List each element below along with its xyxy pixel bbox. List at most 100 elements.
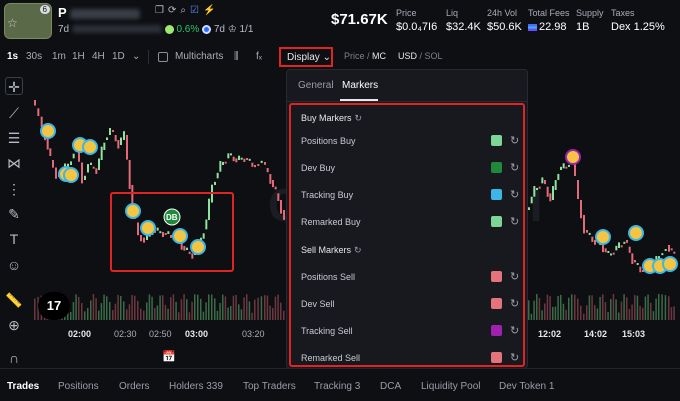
share-icon[interactable]: ⟳ [168, 5, 180, 16]
magnet-icon[interactable]: ∩ [5, 349, 23, 367]
volume-bar [98, 310, 100, 320]
color-swatch[interactable] [491, 271, 502, 282]
tab-liquidity-pool[interactable]: Liquidity Pool [421, 381, 480, 392]
ruler-icon[interactable]: 📏 [5, 291, 23, 309]
stat-label: Total Fees [528, 8, 570, 18]
blurred-address [71, 25, 162, 34]
candle [560, 166, 562, 170]
color-swatch[interactable] [491, 216, 502, 227]
marker-row-tracking-sell: Tracking Sell ↻ [301, 324, 519, 338]
stat-price: Price $0.0₄7I6 [396, 8, 437, 33]
volume-bar [188, 312, 191, 320]
volume-bar [670, 307, 673, 320]
tf-30s[interactable]: 30s [26, 51, 42, 62]
candle [586, 230, 588, 233]
search-icon[interactable]: ⌕ [180, 5, 190, 16]
color-swatch[interactable] [491, 325, 502, 336]
volume-bar [554, 306, 557, 320]
price-mc-toggle[interactable]: Price / MC [344, 51, 386, 61]
tab-dev-token[interactable]: Dev Token 1 [499, 381, 554, 392]
copy-icon[interactable]: ❐ [155, 5, 168, 16]
volume-bar [673, 306, 675, 320]
token-name-text: P [58, 5, 68, 20]
tab-trades[interactable]: Trades [7, 381, 39, 392]
color-swatch[interactable] [491, 162, 502, 173]
favorite-star-icon[interactable]: ☆ [7, 16, 18, 30]
horizontal-lines-icon[interactable]: ☰ [5, 129, 23, 147]
multicharts-checkbox[interactable] [158, 52, 168, 62]
volume-bar [154, 308, 156, 320]
zoom-in-icon[interactable]: ⊕ [5, 316, 23, 334]
time-label: 03:00 [185, 329, 209, 339]
tab-tracking[interactable]: Tracking 3 [314, 381, 360, 392]
crosshair-icon[interactable]: ✛ [5, 77, 23, 95]
color-swatch[interactable] [491, 352, 502, 363]
tf-1d[interactable]: 1D [112, 51, 125, 62]
candle [235, 158, 238, 163]
candle [664, 248, 667, 251]
marker-label: Positions Buy [301, 136, 356, 146]
fib-icon[interactable]: ⋮ [5, 180, 23, 198]
tab-orders[interactable]: Orders [119, 381, 150, 392]
tab-holders[interactable]: Holders 339 [169, 381, 223, 392]
candle [120, 137, 122, 145]
bolt-icon[interactable]: ⚡ [203, 5, 219, 16]
candle [254, 165, 256, 168]
stat-label: Supply [576, 8, 604, 18]
pattern-icon[interactable]: ⋈ [5, 154, 23, 172]
reset-icon[interactable]: ↻ [510, 351, 519, 364]
volume-bar [583, 313, 585, 320]
token-avatar[interactable]: ☆ 6 [4, 3, 52, 39]
volume-bar [544, 303, 546, 320]
holder-age: 7d [213, 24, 225, 35]
reset-icon[interactable]: ↻ [510, 134, 519, 147]
trendline-icon[interactable]: ⟋ [5, 104, 23, 122]
emoji-icon[interactable]: ☺ [5, 256, 23, 274]
timeframe-chevron-icon[interactable]: ⌄ [132, 51, 140, 62]
reset-icon[interactable]: ↻ [510, 188, 519, 201]
text-tool-icon[interactable]: T [5, 230, 23, 248]
reset-icon[interactable]: ↻ [510, 215, 519, 228]
reset-icon[interactable]: ↻ [510, 270, 519, 283]
tab-positions[interactable]: Positions [58, 381, 99, 392]
tab-dca[interactable]: DCA [380, 381, 401, 392]
tab-general[interactable]: General [298, 80, 334, 91]
market-cap-value: $71.67K [331, 11, 388, 28]
color-swatch[interactable] [491, 135, 502, 146]
trade-marker-icon[interactable] [662, 256, 678, 272]
tf-4h[interactable]: 4H [92, 51, 105, 62]
candle-style-icon[interactable]: ⫼ [234, 51, 239, 62]
volume-bar [205, 302, 207, 320]
color-swatch[interactable] [491, 189, 502, 200]
tab-markers[interactable]: Markers [342, 80, 378, 91]
reset-icon[interactable]: ↻ [510, 161, 519, 174]
volume-bar [156, 305, 159, 320]
tab-top-traders[interactable]: Top Traders [243, 381, 296, 392]
color-swatch[interactable] [491, 298, 502, 309]
reset-sell-icon[interactable]: ↻ [354, 245, 362, 255]
date-range-icon[interactable]: 📅 [162, 350, 176, 363]
trade-marker-icon[interactable] [595, 229, 611, 245]
trade-marker-icon[interactable] [63, 167, 79, 183]
usd-sol-toggle[interactable]: USD / SOL [398, 51, 443, 61]
tf-1h[interactable]: 1H [72, 51, 85, 62]
candle [219, 161, 222, 172]
indicator-fx-icon[interactable]: fₓ [256, 51, 262, 62]
tf-1m[interactable]: 1m [52, 51, 66, 62]
tf-1s[interactable]: 1s [7, 51, 18, 62]
reset-icon[interactable]: ↻ [510, 324, 519, 337]
multicharts-label[interactable]: Multicharts [175, 51, 223, 62]
candle [55, 167, 57, 179]
trade-marker-icon[interactable] [565, 149, 581, 165]
display-button[interactable]: Display ⌄ [279, 47, 333, 67]
reset-buy-icon[interactable]: ↻ [355, 113, 363, 123]
trade-marker-icon[interactable] [40, 123, 56, 139]
trade-marker-icon[interactable] [82, 139, 98, 155]
verified-icon[interactable]: ☑ [190, 5, 203, 16]
volume-bar [140, 308, 142, 320]
volume-bar [266, 295, 269, 320]
trade-marker-icon[interactable] [628, 225, 644, 241]
bottom-tabs: Trades Positions Orders Holders 339 Top … [0, 372, 680, 400]
reset-icon[interactable]: ↻ [510, 297, 519, 310]
brush-icon[interactable]: ✎ [5, 205, 23, 223]
